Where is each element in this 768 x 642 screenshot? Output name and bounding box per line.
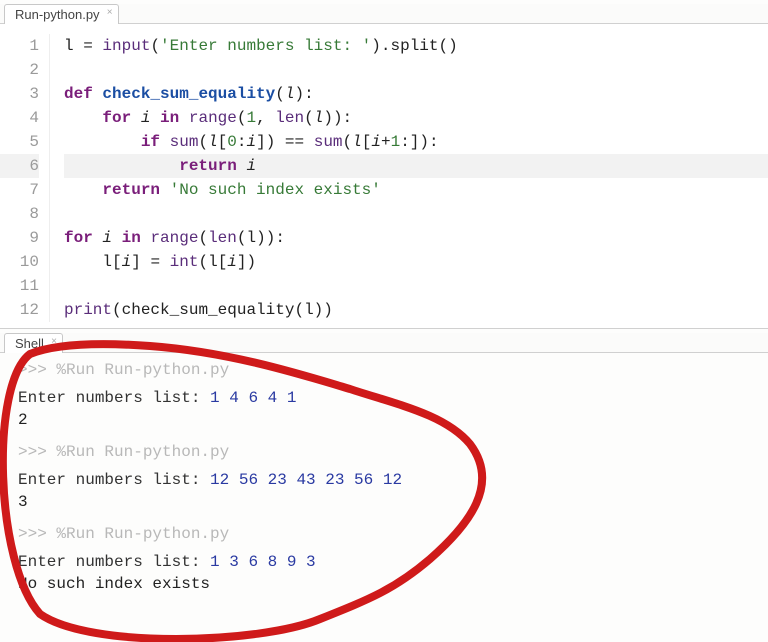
line-number: 9 (0, 226, 39, 250)
shell-run: >>> %Run Run-python.py (18, 359, 758, 381)
shell-io: Enter numbers list: 1 3 6 8 9 3 No such … (18, 551, 758, 595)
code-line: if sum(l[0:i]) == sum(l[i+1:]): (64, 130, 768, 154)
line-number: 3 (0, 82, 39, 106)
code-line: l[i] = int(l[i]) (64, 250, 768, 274)
shell-io: Enter numbers list: 12 56 23 43 23 56 12… (18, 469, 758, 513)
run-cmd: %Run Run-python.py (56, 525, 229, 543)
code-line: for i in range(len(l)): (64, 226, 768, 250)
output-value: 2 (18, 409, 758, 431)
code-line (64, 202, 768, 226)
output-value: No such index exists (18, 573, 758, 595)
line-number: 5 (0, 130, 39, 154)
code-content[interactable]: l = input('Enter numbers list: ').split(… (50, 34, 768, 322)
input-label: Enter numbers list: (18, 553, 210, 571)
prompt: >>> (18, 525, 56, 543)
shell-io: Enter numbers list: 1 4 6 4 1 2 (18, 387, 758, 431)
line-number: 11 (0, 274, 39, 298)
shell-run: >>> %Run Run-python.py (18, 441, 758, 463)
close-icon[interactable]: × (107, 7, 113, 18)
input-value: 12 56 23 43 23 56 12 (210, 471, 402, 489)
line-gutter: 1 2 3 4 5 6 7 8 9 10 11 12 (0, 34, 50, 322)
code-line (64, 58, 768, 82)
line-number: 1 (0, 34, 39, 58)
code-line: l = input('Enter numbers list: ').split(… (64, 34, 768, 58)
code-editor[interactable]: 1 2 3 4 5 6 7 8 9 10 11 12 l = input('En… (0, 24, 768, 328)
editor-tabbar: Run-python.py × (0, 4, 768, 24)
line-number: 6 (0, 154, 39, 178)
line-number: 4 (0, 106, 39, 130)
code-line: return i (64, 154, 768, 178)
close-icon[interactable]: × (51, 336, 57, 347)
run-cmd: %Run Run-python.py (56, 361, 229, 379)
shell-tab[interactable]: Shell × (4, 333, 63, 353)
line-number: 7 (0, 178, 39, 202)
input-value: 1 4 6 4 1 (210, 389, 296, 407)
code-line: print(check_sum_equality(l)) (64, 298, 768, 322)
code-line: for i in range(1, len(l)): (64, 106, 768, 130)
shell-run: >>> %Run Run-python.py (18, 523, 758, 545)
shell-pane[interactable]: >>> %Run Run-python.py Enter numbers lis… (0, 353, 768, 615)
input-label: Enter numbers list: (18, 389, 210, 407)
run-cmd: %Run Run-python.py (56, 443, 229, 461)
prompt: >>> (18, 361, 56, 379)
shell-tab-label: Shell (15, 336, 44, 351)
code-line (64, 274, 768, 298)
line-number: 2 (0, 58, 39, 82)
line-number: 8 (0, 202, 39, 226)
editor-tab[interactable]: Run-python.py × (4, 4, 119, 24)
line-number: 10 (0, 250, 39, 274)
input-label: Enter numbers list: (18, 471, 210, 489)
output-value: 3 (18, 491, 758, 513)
code-line: return 'No such index exists' (64, 178, 768, 202)
line-number: 12 (0, 298, 39, 322)
code-line: def check_sum_equality(l): (64, 82, 768, 106)
input-value: 1 3 6 8 9 3 (210, 553, 316, 571)
prompt: >>> (18, 443, 56, 461)
shell-tabbar: Shell × (0, 333, 768, 353)
editor-tab-label: Run-python.py (15, 7, 100, 22)
